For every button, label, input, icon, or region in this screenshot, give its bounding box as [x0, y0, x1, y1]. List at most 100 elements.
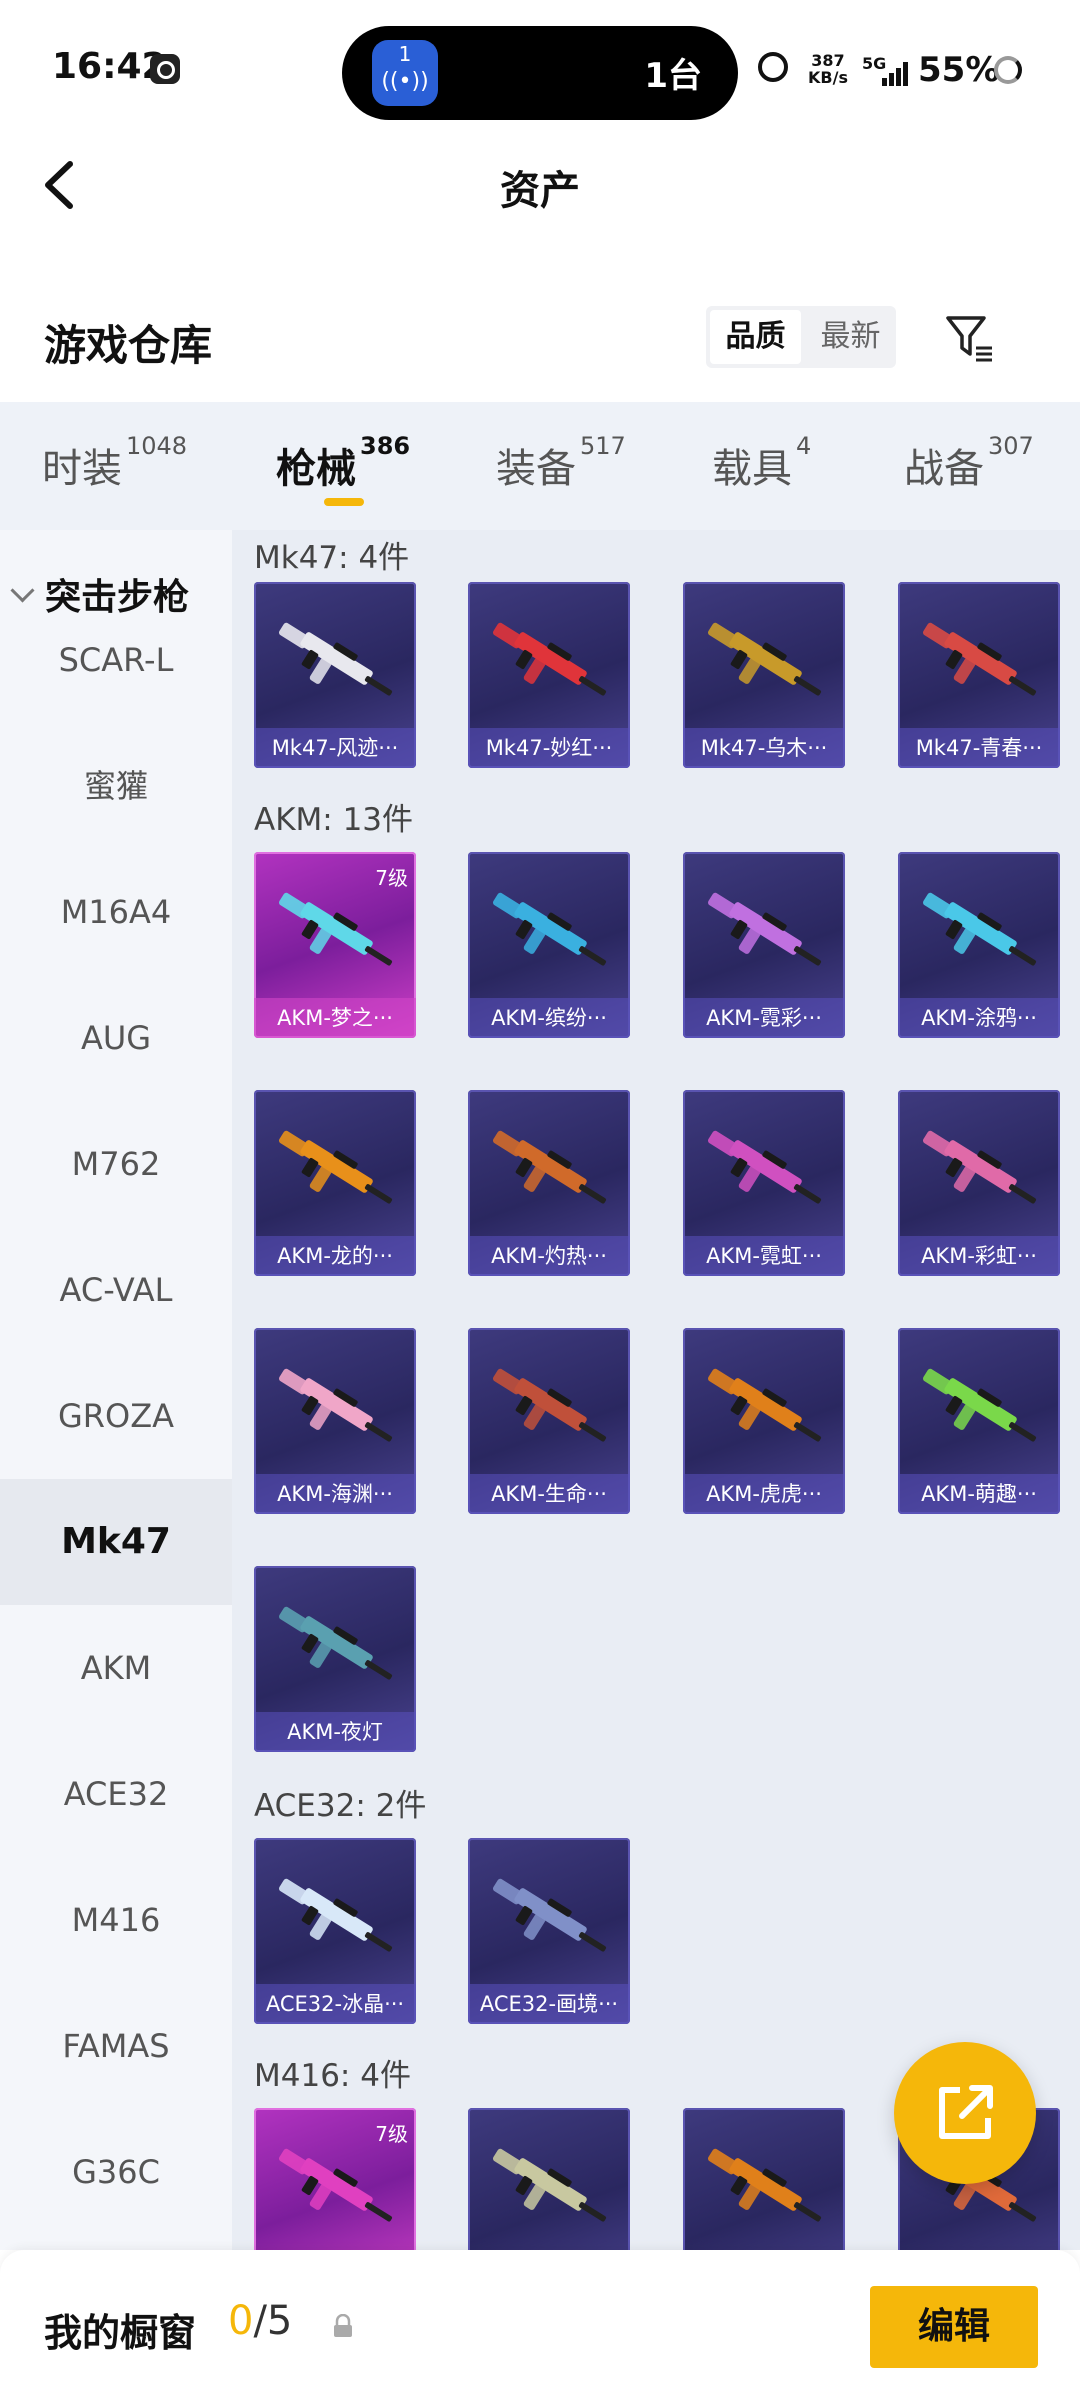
share-button[interactable]	[894, 2042, 1036, 2184]
tab-count: 307	[988, 432, 1034, 460]
weapon-skin-card[interactable]: Mk47-风迹···	[254, 582, 416, 768]
weapon-skin-card[interactable]: AKM-涂鸦···	[898, 852, 1060, 1038]
sidebar-item-g36c[interactable]: G36C	[0, 2109, 232, 2235]
weapon-skin-card[interactable]: Mk47-妙红···	[468, 582, 630, 768]
weapon-skin-card[interactable]: ACE32-冰晶···	[254, 1838, 416, 2024]
tab-count: 517	[580, 432, 626, 460]
sidebar-item-scar-l[interactable]: SCAR-L	[0, 597, 232, 723]
sidebar-item-ace32[interactable]: ACE32	[0, 1731, 232, 1857]
showcase-bar: 我的橱窗 0/5 编辑	[0, 2250, 1080, 2400]
weapon-skin-card[interactable]	[468, 2108, 630, 2250]
app-notification-icon	[150, 54, 180, 84]
weapon-skin-image	[922, 622, 1037, 696]
sidebar-item-m762[interactable]: M762	[0, 1101, 232, 1227]
signal-bars-icon	[882, 56, 912, 86]
sidebar-item-m416[interactable]: M416	[0, 1857, 232, 1983]
sidebar-item-akm[interactable]: AKM	[0, 1605, 232, 1731]
weapon-skin-card[interactable]	[683, 2108, 845, 2250]
network-speed-value: 387	[811, 51, 845, 70]
sidebar-item-groza[interactable]: GROZA	[0, 1353, 232, 1479]
sidebar-item-m16a4[interactable]: M16A4	[0, 849, 232, 975]
sort-by-newest[interactable]: 最新	[805, 306, 896, 368]
weapon-skin-name: AKM-霓虹···	[683, 1236, 845, 1276]
weapon-skin-card[interactable]: AKM-龙的···	[254, 1090, 416, 1276]
sidebar-item-mk47[interactable]: Mk47	[0, 1479, 232, 1605]
tab-combat-gear[interactable]: 战备 307	[904, 432, 1034, 494]
weapon-skin-card[interactable]: AKM-夜灯	[254, 1566, 416, 1752]
showcase-count: 0/5	[228, 2298, 292, 2344]
tab-vehicles[interactable]: 载具 4	[712, 432, 811, 494]
weapon-skin-name: Mk47-风迹···	[254, 728, 416, 768]
tab-label: 载具	[712, 446, 792, 492]
weapon-skin-image	[278, 1368, 393, 1442]
sidebar-item-famas[interactable]: FAMAS	[0, 1983, 232, 2109]
sort-by-quality[interactable]: 品质	[710, 310, 801, 364]
showcase-count-current: 0	[228, 2298, 254, 2344]
edit-button[interactable]: 编辑	[870, 2286, 1038, 2368]
sidebar-item-aug[interactable]: AUG	[0, 975, 232, 1101]
weapon-skin-image	[278, 1606, 393, 1680]
weapon-skin-name: AKM-生命···	[468, 1474, 630, 1514]
page-title: 资产	[500, 168, 580, 214]
battery-level: 55%	[918, 50, 1000, 90]
network-speed: 387 KB/s	[808, 52, 848, 86]
tab-label: 时装	[42, 446, 122, 492]
weapon-skin-name: AKM-龙的···	[254, 1236, 416, 1276]
weapon-skin-name: Mk47-乌木···	[683, 728, 845, 768]
weapon-skin-name: AKM-海渊···	[254, 1474, 416, 1514]
weapon-skin-card[interactable]: ACE32-画境···	[468, 1838, 630, 2024]
weapon-skin-image	[278, 2148, 393, 2222]
warehouse-title: 游戏仓库	[44, 321, 213, 370]
weapon-skin-card[interactable]: 7级	[254, 2108, 416, 2250]
tab-label: 装备	[496, 446, 576, 492]
section-title: ACE32: 2件	[254, 1788, 427, 1824]
weapon-skin-image	[278, 1878, 393, 1952]
weapon-skin-card[interactable]: AKM-萌趣···	[898, 1328, 1060, 1514]
section-title: AKM: 13件	[254, 802, 414, 838]
tab-equipment[interactable]: 装备 517	[496, 432, 626, 494]
weapon-skin-image	[492, 1368, 607, 1442]
weapon-skin-image	[922, 1368, 1037, 1442]
tab-firearms[interactable]: 枪械 386	[276, 432, 410, 494]
weapon-skin-name: AKM-梦之···	[254, 998, 416, 1038]
tab-count: 4	[796, 432, 812, 460]
sidebar-item-ac-val[interactable]: AC-VAL	[0, 1227, 232, 1353]
weapon-skin-card[interactable]: 7级 AKM-梦之···	[254, 852, 416, 1038]
section-title: Mk47: 4件	[254, 540, 410, 576]
loading-icon	[994, 56, 1022, 84]
sort-toggle: 品质 最新	[706, 306, 896, 368]
weapon-skin-card[interactable]: Mk47-青春···	[898, 582, 1060, 768]
tab-label: 枪械	[276, 446, 356, 492]
tab-fashion[interactable]: 时装 1048	[42, 432, 187, 494]
weapon-skin-image	[492, 892, 607, 966]
signal-waves-icon: ((•))	[381, 69, 429, 94]
weapon-skin-card[interactable]: AKM-生命···	[468, 1328, 630, 1514]
weapon-skin-card[interactable]: AKM-缤纷···	[468, 852, 630, 1038]
weapon-skin-name: AKM-萌趣···	[898, 1474, 1060, 1514]
island-badge: 1	[398, 42, 412, 66]
status-bar: 16:42 1 ((•)) 1台 387 KB/s 5G 55%	[0, 0, 1080, 140]
title-bar: 资产	[0, 140, 1080, 230]
weapon-skin-image	[492, 1878, 607, 1952]
weapon-skin-image	[707, 1130, 822, 1204]
weapon-skin-card[interactable]: AKM-虎虎···	[683, 1328, 845, 1514]
weapon-skin-card[interactable]: AKM-霓彩···	[683, 852, 845, 1038]
tab-label: 战备	[904, 446, 984, 492]
weapon-skin-image	[707, 892, 822, 966]
weapon-skin-card[interactable]: AKM-霓虹···	[683, 1090, 845, 1276]
sidebar-item--[interactable]: 蜜獾	[0, 723, 232, 849]
weapon-skin-name: AKM-灼热···	[468, 1236, 630, 1276]
weapon-skin-image	[278, 622, 393, 696]
dynamic-island[interactable]: 1 ((•)) 1台	[342, 26, 738, 120]
weapon-skin-card[interactable]: AKM-海渊···	[254, 1328, 416, 1514]
weapon-grid: Mk47: 4件 Mk47-风迹··· Mk47-妙红··· Mk47-乌木··· Mk…	[232, 530, 1080, 2250]
weapon-skin-card[interactable]: Mk47-乌木···	[683, 582, 845, 768]
alarm-icon	[758, 52, 788, 82]
quality-level-badge: 7级	[375, 2122, 408, 2146]
weapon-skin-image	[922, 1130, 1037, 1204]
weapon-skin-card[interactable]: AKM-彩虹···	[898, 1090, 1060, 1276]
weapon-skin-card[interactable]: AKM-灼热···	[468, 1090, 630, 1276]
filter-icon[interactable]	[944, 312, 996, 364]
tab-count: 386	[360, 432, 411, 460]
weapon-skin-image	[707, 2148, 822, 2222]
